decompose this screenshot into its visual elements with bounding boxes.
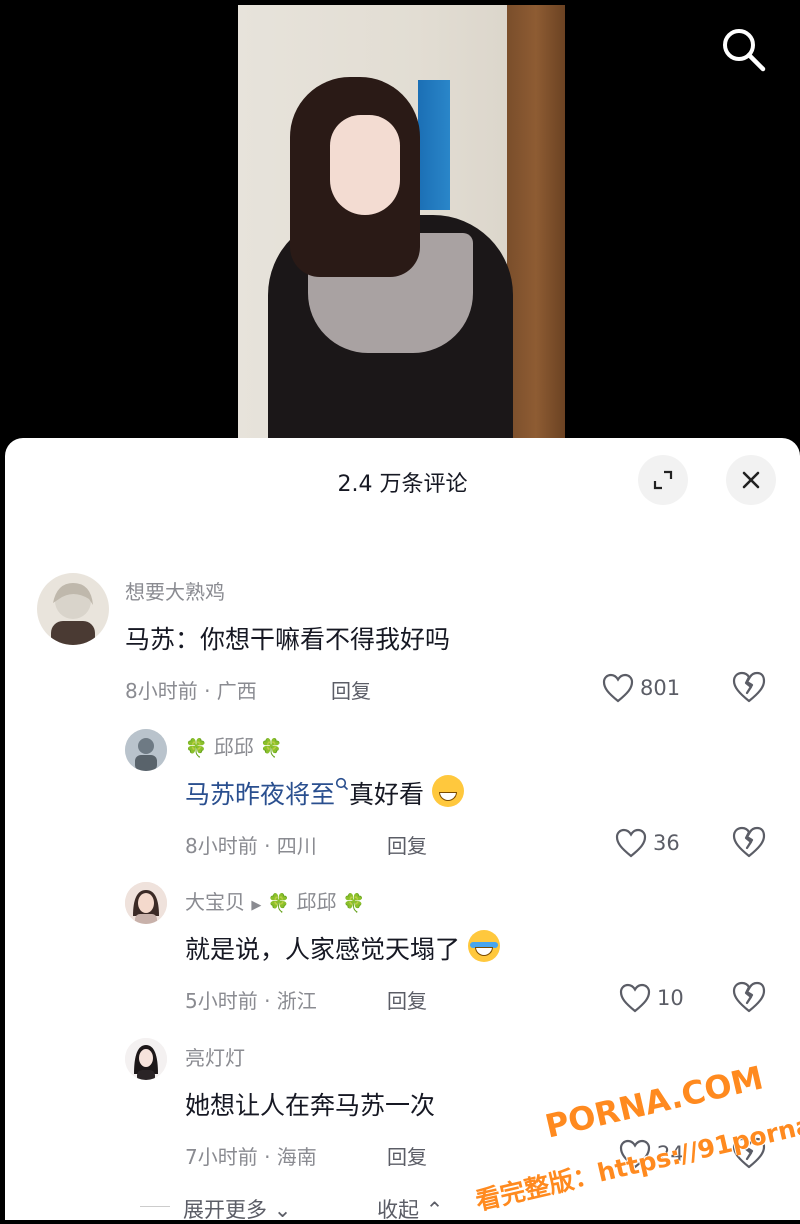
avatar-image [125, 1038, 167, 1080]
heart-icon [602, 673, 634, 703]
close-icon [742, 471, 760, 489]
broken-heart-icon [732, 671, 766, 703]
reply-button[interactable]: 回复 [387, 1141, 427, 1170]
like-count: 801 [640, 676, 681, 700]
chevron-up-icon: ⌃ [425, 1198, 444, 1222]
avatar-image [51, 583, 95, 645]
video-frame [238, 5, 565, 445]
comment-text: 马苏：你想干嘛看不得我好吗 [125, 625, 451, 654]
collapse-label: 收起 [377, 1198, 419, 1222]
search-button[interactable] [718, 24, 768, 74]
clover-icon: 🍀 [260, 738, 283, 759]
comment-text-suffix: 真好看 [349, 780, 425, 809]
dislike-button[interactable] [732, 826, 766, 860]
username-text: 大宝贝 [185, 890, 245, 914]
search-icon [723, 29, 766, 72]
like-button[interactable]: 801 [602, 670, 680, 706]
reply-button[interactable]: 回复 [331, 675, 371, 704]
broken-heart-icon [732, 981, 766, 1013]
footer-divider [140, 1206, 170, 1207]
comment-meta: 8小时前 · 四川 [185, 834, 317, 858]
comment-text: 她想让人在奔马苏一次 [185, 1091, 436, 1120]
avatar[interactable] [125, 882, 167, 924]
heart-icon [615, 828, 647, 858]
like-count: 36 [653, 831, 680, 855]
comment-username[interactable]: 🍀 邱邱 🍀 [185, 731, 283, 760]
comment-username[interactable]: 亮灯灯 [185, 1042, 245, 1071]
like-button[interactable]: 10 [619, 980, 684, 1016]
reply-button[interactable]: 回复 [387, 830, 427, 859]
background-painting [418, 80, 450, 210]
comment-meta: 8小时前 · 广西 [125, 679, 257, 703]
search-small-icon[interactable] [335, 777, 349, 793]
avatar[interactable] [125, 729, 167, 771]
clover-icon: 🍀 [342, 893, 366, 914]
comment-text: 马苏昨夜将至 真好看 [185, 775, 464, 811]
comment-meta: 5小时前 · 浙江 [185, 989, 317, 1013]
expand-icon [653, 470, 673, 490]
like-count: 10 [657, 986, 684, 1010]
comment-meta: 7小时前 · 海南 [185, 1145, 317, 1169]
avatar[interactable] [125, 1038, 167, 1080]
username-text: 邱邱 [213, 735, 254, 759]
like-button[interactable]: 36 [615, 825, 680, 861]
expand-button[interactable] [638, 455, 688, 505]
crying-laughing-emoji-icon [467, 930, 500, 962]
clover-icon: 🍀 [267, 893, 291, 914]
clover-icon: 🍀 [185, 738, 208, 759]
close-button[interactable] [726, 455, 776, 505]
comment-text-body: 就是说，人家感觉天塌了 [185, 935, 461, 964]
avatar-image [125, 729, 167, 771]
expand-more-label: 展开更多 [183, 1198, 267, 1222]
broken-heart-icon [732, 826, 766, 858]
heart-icon [619, 983, 651, 1013]
reply-button[interactable]: 回复 [387, 985, 427, 1014]
search-link-text[interactable]: 马苏昨夜将至 [185, 780, 335, 809]
dislike-button[interactable] [732, 671, 766, 705]
reply-to-username[interactable]: 邱邱 [297, 890, 337, 914]
comment-username[interactable]: 想要大熟鸡 [125, 576, 225, 605]
video-player[interactable] [0, 0, 800, 450]
person-face [330, 115, 400, 215]
avatar[interactable] [37, 573, 109, 645]
chevron-down-icon: ⌄ [273, 1198, 292, 1222]
reply-arrow-icon: ▶ [251, 898, 262, 913]
comment-text: 就是说，人家感觉天塌了 [185, 930, 500, 966]
comment-username[interactable]: 大宝贝 ▶ 🍀 邱邱 🍀 [185, 886, 365, 915]
avatar-image [125, 882, 167, 924]
laughing-emoji-icon [431, 775, 464, 807]
dislike-button[interactable] [732, 981, 766, 1015]
background-door [507, 5, 565, 445]
